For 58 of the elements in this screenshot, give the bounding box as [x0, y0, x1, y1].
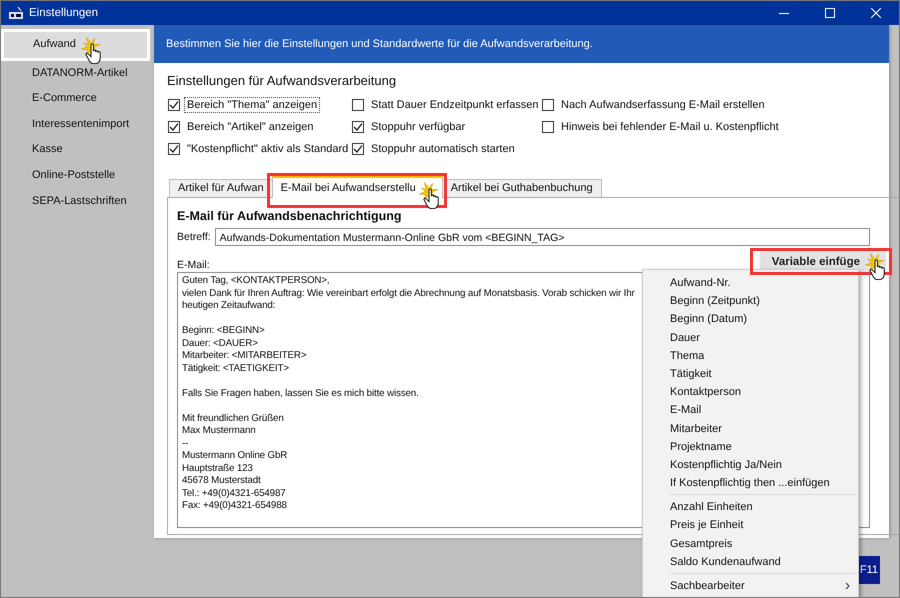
checkbox[interactable] [168, 98, 180, 110]
checkbox-label: "Kostenpflicht" aktiv als Standard [186, 142, 350, 156]
menu-item[interactable]: If Kostenpflichtig then ...einfügen [643, 474, 858, 492]
click-cursor-icon [81, 37, 101, 64]
checkbox-label: Bereich "Artikel" anzeigen [186, 120, 314, 134]
menu-item-label: Sachbearbeiter [670, 579, 745, 594]
menu-item[interactable]: Beginn (Zeitpunkt) [643, 292, 858, 310]
sidebar-item[interactable]: DATANORM-Artikel [3, 60, 149, 86]
click-cursor-icon [419, 182, 439, 209]
close-icon[interactable] [871, 8, 881, 18]
checkbox-label: Nach Aufwandserfassung E-Mail erstellen [560, 98, 766, 112]
checkbox[interactable] [352, 120, 364, 132]
function-key-button[interactable]: F11 [858, 556, 880, 584]
checkbox[interactable] [352, 98, 364, 110]
menu-item[interactable]: Mitarbeiter [643, 420, 858, 438]
window-title: Einstellungen [29, 7, 100, 19]
checkbox[interactable] [168, 120, 180, 132]
header-text: Bestimmen Sie hier die Einstellungen und Standardwerte für die Aufwandsverarbeitung. [166, 38, 593, 50]
menu-item[interactable]: Saldo Kundenaufwand [643, 552, 858, 571]
click-cursor-icon [865, 253, 885, 280]
sidebar-item[interactable]: SEPA-Lastschriften [3, 188, 149, 214]
menu-item[interactable]: Anzahl Einheiten [643, 498, 858, 516]
menu-item[interactable]: Gesamtpreis [643, 534, 858, 553]
maximize-icon[interactable] [825, 8, 835, 18]
submenu-item[interactable]: Sachbearbeiter [643, 577, 858, 596]
tab[interactable]: Artikel bei Guthabenbuchung [442, 179, 602, 197]
menu-item[interactable]: Kontaktperson [643, 383, 858, 402]
menu-item[interactable]: Projektname [643, 438, 858, 456]
subject-field[interactable]: Aufwands-Dokumentation Mustermann-Online GbR vom <BEGINN_TAG> [214, 228, 870, 246]
section-title: Einstellungen für Aufwandsverarbeitung [167, 73, 398, 88]
sidebar-item[interactable]: E-Commerce [3, 86, 149, 112]
menu-item[interactable]: Kostenpflichtig Ja/Nein [643, 456, 858, 474]
menu-item[interactable]: Aufwand-Nr. [643, 274, 858, 292]
field-label: E-Mail: [177, 259, 210, 272]
menu-item[interactable]: E-Mail [643, 401, 858, 420]
checkbox[interactable] [542, 98, 554, 110]
section-title: E-Mail für Aufwandsbenachrichtigung [177, 209, 403, 223]
checkbox-label: Statt Dauer Endzeitpunkt erfassen [370, 98, 540, 112]
sidebar-item[interactable]: Interessentenimport [3, 112, 149, 138]
menu-item[interactable]: Tätigkeit [643, 364, 858, 384]
sidebar-item[interactable]: Online-Poststelle [3, 162, 149, 189]
tab[interactable]: Artikel für Aufwan [169, 179, 273, 197]
sidebar-item[interactable]: Kasse [3, 137, 149, 163]
field-label: Betreff: [177, 231, 211, 243]
checkbox[interactable] [168, 142, 180, 154]
tab[interactable]: E-Mail bei Aufwandserstellu [272, 176, 443, 198]
app-logo-icon [9, 7, 23, 19]
checkbox-label: Hinweis bei fehlender E-Mail u. Kostenpflicht [560, 120, 780, 134]
menu-item[interactable]: Beginn (Datum) [643, 310, 858, 329]
menu-item[interactable]: Dauer [643, 328, 858, 347]
checkbox[interactable] [352, 142, 364, 154]
chevron-right-icon [845, 582, 850, 590]
checkbox-label: Stoppuhr verfügbar [370, 120, 466, 134]
menu-item[interactable]: Thema [643, 346, 858, 365]
checkbox-label: Stoppuhr automatisch starten [370, 142, 516, 156]
checkbox[interactable] [542, 120, 554, 132]
sidebar-item[interactable]: Aufwand [4, 32, 147, 58]
checkbox-label: Bereich "Thema" anzeigen [184, 96, 320, 112]
